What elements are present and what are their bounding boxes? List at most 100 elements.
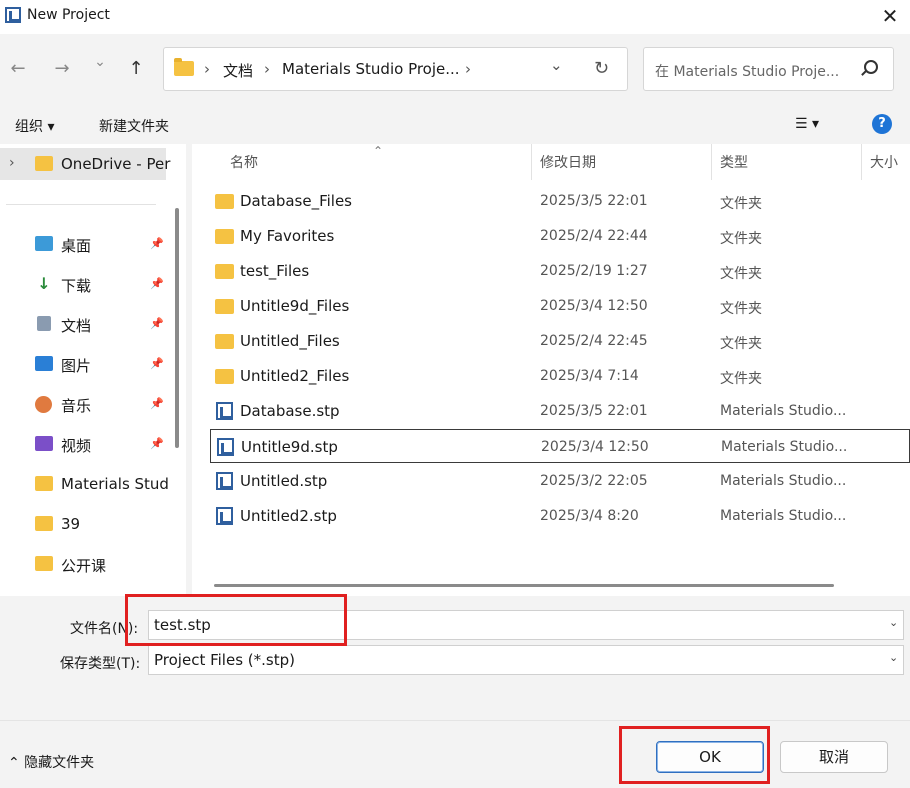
file-type: 文件夹 bbox=[720, 231, 762, 247]
file-date: 2025/3/2 22:05 bbox=[540, 473, 648, 489]
folder-icon bbox=[215, 334, 234, 349]
recent-locations-chevron-icon[interactable]: ⌄ bbox=[89, 54, 111, 70]
up-arrow-icon[interactable]: ↑ bbox=[125, 58, 147, 79]
column-header-modified[interactable]: 修改日期 bbox=[540, 152, 596, 172]
chevron-down-icon[interactable]: ⌄ bbox=[889, 616, 898, 629]
video-icon bbox=[35, 436, 53, 451]
file-date: 2025/3/5 22:01 bbox=[540, 193, 648, 209]
file-name: Database.stp bbox=[240, 402, 340, 420]
column-header-name[interactable]: 名称 bbox=[230, 152, 258, 172]
sidebar-item-music[interactable]: 音乐 📌 bbox=[0, 388, 180, 420]
horizontal-scrollbar[interactable] bbox=[214, 584, 834, 587]
forward-arrow-icon[interactable]: → bbox=[51, 58, 73, 79]
search-icon[interactable] bbox=[864, 60, 878, 74]
sidebar-scrollbar[interactable] bbox=[175, 208, 179, 448]
window-title: New Project bbox=[27, 7, 110, 23]
sidebar-item-downloads[interactable]: ↓ 下载 📌 bbox=[0, 268, 180, 300]
search-input[interactable]: 在 Materials Studio Proje... bbox=[655, 61, 839, 81]
cancel-button[interactable]: 取消 bbox=[780, 741, 888, 773]
breadcrumb-documents[interactable]: 文档 bbox=[223, 60, 253, 81]
file-name: Untitled2.stp bbox=[240, 507, 337, 525]
file-name: Untitled2_Files bbox=[240, 367, 350, 385]
file-row[interactable]: Untitled.stp 2025/3/2 22:05 Materials St… bbox=[210, 464, 910, 498]
file-row[interactable]: Untitled_Files 2025/2/4 22:45 文件夹 bbox=[210, 324, 910, 358]
file-date: 2025/3/4 12:50 bbox=[540, 298, 648, 314]
help-icon[interactable]: ? bbox=[872, 114, 892, 134]
sidebar-item-39[interactable]: 39 bbox=[0, 508, 180, 540]
pin-icon[interactable]: 📌 bbox=[150, 437, 164, 450]
sidebar-item-pictures[interactable]: 图片 📌 bbox=[0, 348, 180, 380]
file-type: 文件夹 bbox=[720, 336, 762, 352]
column-header-size[interactable]: 大小 bbox=[870, 152, 898, 172]
column-header-type[interactable]: 类型 bbox=[720, 152, 748, 172]
file-list: ⌃ 名称 修改日期 类型 大小 Database_Files 2025/3/5 … bbox=[192, 144, 910, 596]
refresh-icon[interactable]: ↻ bbox=[594, 58, 609, 79]
column-separator[interactable] bbox=[861, 144, 862, 180]
file-name: Untitle9d_Files bbox=[240, 297, 350, 315]
sidebar-item-videos[interactable]: 视频 📌 bbox=[0, 428, 180, 460]
highlight-box-filename bbox=[125, 594, 347, 646]
file-row[interactable]: Untitle9d_Files 2025/3/4 12:50 文件夹 bbox=[210, 289, 910, 323]
pin-icon[interactable]: 📌 bbox=[150, 277, 164, 290]
new-folder-button[interactable]: 新建文件夹 bbox=[99, 116, 169, 136]
address-dropdown-chevron-icon[interactable]: ⌄ bbox=[550, 56, 563, 74]
stp-file-icon bbox=[216, 472, 233, 490]
filetype-select[interactable]: Project Files (*.stp) ⌄ bbox=[148, 645, 904, 675]
pin-icon[interactable]: 📌 bbox=[150, 237, 164, 250]
title-bar: New Project ✕ bbox=[0, 0, 910, 34]
search-box[interactable]: 在 Materials Studio Proje... bbox=[643, 47, 894, 91]
file-row[interactable]: My Favorites 2025/2/4 22:44 文件夹 bbox=[210, 219, 910, 253]
file-row[interactable]: Database.stp 2025/3/5 22:01 Materials St… bbox=[210, 394, 910, 428]
file-row[interactable]: Untitled2.stp 2025/3/4 8:20 Materials St… bbox=[210, 499, 910, 533]
sidebar-item-label: 桌面 bbox=[61, 237, 92, 255]
back-arrow-icon[interactable]: ← bbox=[7, 58, 29, 79]
sidebar-item-label: 公开课 bbox=[61, 557, 107, 575]
column-separator[interactable] bbox=[531, 144, 532, 180]
file-type: 文件夹 bbox=[720, 371, 762, 387]
app-icon bbox=[5, 7, 21, 23]
navigation-pane: › OneDrive - Per 桌面 📌 ↓ 下载 📌 文档 📌 图片 📌 音… bbox=[0, 144, 186, 596]
folder-icon bbox=[35, 556, 53, 571]
folder-icon bbox=[215, 264, 234, 279]
sidebar-item-public-course[interactable]: 公开课 bbox=[0, 548, 180, 580]
chevron-down-icon[interactable]: ⌄ bbox=[889, 651, 898, 664]
view-options-icon[interactable]: ☰ ▾ bbox=[795, 116, 819, 132]
folder-icon bbox=[35, 516, 53, 531]
file-row[interactable]: Database_Files 2025/3/5 22:01 文件夹 bbox=[210, 184, 910, 218]
pin-icon[interactable]: 📌 bbox=[150, 397, 164, 410]
sidebar-item-desktop[interactable]: 桌面 📌 bbox=[0, 228, 180, 260]
expand-chevron-icon[interactable]: › bbox=[9, 155, 15, 171]
sidebar-item-label: Materials Stud bbox=[61, 475, 169, 493]
sidebar-item-label: 下载 bbox=[61, 277, 92, 295]
breadcrumb-ms-projects[interactable]: Materials Studio Proje... bbox=[282, 60, 460, 78]
desktop-icon bbox=[35, 236, 53, 251]
file-date: 2025/3/4 7:14 bbox=[540, 368, 639, 384]
sidebar-item-documents[interactable]: 文档 📌 bbox=[0, 308, 180, 340]
hide-folders-toggle[interactable]: ⌃ 隐藏文件夹 bbox=[8, 752, 94, 772]
folder-icon bbox=[174, 58, 194, 76]
file-type: 文件夹 bbox=[720, 196, 762, 212]
file-row-selected[interactable]: Untitle9d.stp 2025/3/4 12:50 Materials S… bbox=[210, 429, 910, 463]
sidebar-item-label: 文档 bbox=[61, 317, 92, 335]
sidebar-item-label: 视频 bbox=[61, 437, 92, 455]
folder-icon bbox=[215, 229, 234, 244]
pin-icon[interactable]: 📌 bbox=[150, 357, 164, 370]
address-bar[interactable]: › 文档 › Materials Studio Proje... › ⌄ ↻ bbox=[163, 47, 628, 91]
stp-file-icon bbox=[217, 438, 234, 456]
document-icon bbox=[37, 316, 51, 331]
folder-icon bbox=[215, 369, 234, 384]
file-row[interactable]: test_Files 2025/2/19 1:27 文件夹 bbox=[210, 254, 910, 288]
download-icon: ↓ bbox=[37, 274, 51, 293]
close-icon[interactable]: ✕ bbox=[878, 4, 902, 28]
sidebar-item-onedrive[interactable]: › OneDrive - Per bbox=[0, 148, 170, 180]
folder-icon bbox=[215, 194, 234, 209]
pin-icon[interactable]: 📌 bbox=[150, 317, 164, 330]
sidebar-item-materials-studio[interactable]: Materials Stud bbox=[0, 468, 180, 500]
folder-icon bbox=[35, 476, 53, 491]
file-type: Materials Studio... bbox=[720, 403, 847, 419]
file-row[interactable]: Untitled2_Files 2025/3/4 7:14 文件夹 bbox=[210, 359, 910, 393]
file-date: 2025/3/5 22:01 bbox=[540, 403, 648, 419]
column-separator[interactable] bbox=[711, 144, 712, 180]
file-type: 文件夹 bbox=[720, 301, 762, 317]
organize-button[interactable]: 组织 ▾ bbox=[15, 116, 54, 136]
